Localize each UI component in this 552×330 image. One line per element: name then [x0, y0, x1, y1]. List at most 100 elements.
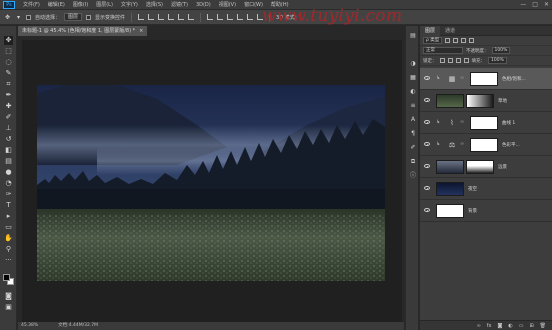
close-button[interactable]: ✕	[544, 0, 549, 10]
zoom-tool-icon[interactable]: ⚲	[4, 245, 13, 254]
menu-3d[interactable]: 3D(D)	[192, 0, 215, 10]
align-top-icon[interactable]	[138, 14, 145, 20]
trash-icon[interactable]: 🗑	[540, 323, 546, 329]
lock-position-icon[interactable]	[455, 58, 461, 63]
history-brush-tool-icon[interactable]: ↺	[4, 135, 13, 144]
distribute-bottom-icon[interactable]	[227, 14, 234, 20]
layer-row[interactable]: 草地	[420, 90, 552, 112]
lock-all-icon[interactable]	[463, 58, 469, 63]
auto-select-checkbox[interactable]	[26, 14, 31, 20]
foreground-color-swatch[interactable]	[3, 274, 10, 281]
maximize-button[interactable]: □	[532, 0, 538, 10]
layer-mask-thumbnail[interactable]	[470, 72, 498, 86]
auto-select-dropdown[interactable]: 图层	[64, 13, 83, 21]
filter-pixel-icon[interactable]	[445, 38, 451, 43]
layer-row[interactable]: ↳ ▦ ∞ 色相/饱和...	[420, 68, 552, 90]
visibility-eye-icon[interactable]	[424, 76, 430, 80]
layer-mask-thumbnail[interactable]	[466, 94, 494, 108]
visibility-eye-icon[interactable]	[424, 208, 430, 212]
align-bottom-icon[interactable]	[158, 14, 165, 20]
move-tool-icon[interactable]: ✥	[4, 36, 13, 45]
dodge-tool-icon[interactable]: ◔	[4, 179, 13, 188]
visibility-eye-icon[interactable]	[424, 98, 430, 102]
healing-brush-tool-icon[interactable]: ✚	[4, 102, 13, 111]
layer-mask-thumbnail[interactable]	[470, 138, 498, 152]
info-icon[interactable]: ⓘ	[409, 172, 417, 180]
paragraph-icon[interactable]: ¶	[409, 130, 417, 138]
align-left-icon[interactable]	[168, 14, 175, 20]
shape-tool-icon[interactable]: ▭	[4, 223, 13, 232]
distribute-left-icon[interactable]	[237, 14, 244, 20]
tab-channels[interactable]: 通道	[440, 26, 460, 36]
night-landscape-photo[interactable]	[37, 85, 385, 281]
hand-tool-icon[interactable]: ✋	[4, 234, 13, 243]
screen-mode-icon[interactable]: ▣	[4, 303, 13, 312]
adjustment-icon[interactable]: ◐	[508, 323, 512, 329]
history-icon[interactable]: ▤	[409, 32, 417, 40]
properties-icon[interactable]: ≡	[409, 102, 417, 110]
lasso-tool-icon[interactable]: ◌	[4, 58, 13, 67]
menu-layer[interactable]: 图层(L)	[92, 0, 117, 10]
kind-filter-dropdown[interactable]: ρ 类型	[423, 37, 443, 44]
visibility-eye-icon[interactable]	[424, 164, 430, 168]
quick-select-tool-icon[interactable]: ✎	[4, 69, 13, 78]
filter-shape-icon[interactable]	[469, 38, 475, 43]
align-center-icon[interactable]	[178, 14, 185, 20]
layer-row[interactable]: ↳ ⌇ ∞ 曲线 1	[420, 112, 552, 134]
fx-icon[interactable]: fx	[487, 323, 492, 329]
distribute-top-icon[interactable]	[207, 14, 214, 20]
layer-row[interactable]: 背景	[420, 200, 552, 222]
filter-type-icon[interactable]	[461, 38, 467, 43]
layer-row[interactable]: ↳ ⚖ ∞ 色彩平...	[420, 134, 552, 156]
character-icon[interactable]: A	[409, 116, 417, 124]
more-tools-icon[interactable]: ···	[4, 256, 13, 265]
menu-file[interactable]: 文件(F)	[19, 0, 44, 10]
layer-mask-thumbnail[interactable]	[470, 116, 498, 130]
tab-layers[interactable]: 图层	[420, 25, 441, 36]
swatches-icon[interactable]: ▦	[409, 74, 417, 82]
opacity-input[interactable]: 100%	[491, 47, 511, 54]
minimize-button[interactable]: —	[520, 0, 526, 10]
link-icon[interactable]: ∞	[477, 323, 481, 329]
blend-mode-dropdown[interactable]: 正常	[423, 47, 463, 54]
menu-view[interactable]: 视图(V)	[215, 0, 240, 10]
gradient-tool-icon[interactable]: ▤	[4, 157, 13, 166]
path-select-tool-icon[interactable]: ▸	[4, 212, 13, 221]
menu-image[interactable]: 图像(I)	[69, 0, 92, 10]
layer-mask-thumbnail[interactable]	[466, 160, 494, 174]
mask-icon[interactable]: ◙	[497, 323, 502, 329]
lock-image-icon[interactable]	[447, 58, 453, 63]
color-icon[interactable]: ◑	[409, 60, 417, 68]
filter-adjustment-icon[interactable]	[453, 38, 459, 43]
pen-tool-icon[interactable]: ✑	[4, 190, 13, 199]
chevron-down-icon[interactable]: ▾	[15, 14, 22, 21]
menu-select[interactable]: 选择(S)	[142, 0, 167, 10]
brush-tool-icon[interactable]: ✐	[4, 113, 13, 122]
marquee-tool-icon[interactable]: ⬚	[4, 47, 13, 56]
visibility-eye-icon[interactable]	[424, 186, 430, 190]
lock-transparent-icon[interactable]	[439, 58, 445, 63]
new-layer-icon[interactable]: ⊞	[529, 323, 533, 329]
menu-type[interactable]: 文字(Y)	[117, 0, 142, 10]
fill-input[interactable]: 100%	[488, 57, 507, 64]
distribute-center-icon[interactable]	[247, 14, 254, 20]
link-icon[interactable]: ∞	[460, 75, 464, 81]
eraser-tool-icon[interactable]: ◧	[4, 146, 13, 155]
align-middle-icon[interactable]	[148, 14, 155, 20]
close-tab-icon[interactable]: ×	[139, 26, 143, 36]
type-tool-icon[interactable]: T	[4, 201, 13, 210]
clone-stamp-tool-icon[interactable]: ⊥	[4, 124, 13, 133]
zoom-level[interactable]: 45.38%	[21, 322, 38, 330]
adjustments-icon[interactable]: ◐	[409, 88, 417, 96]
quick-mask-icon[interactable]: ◙	[4, 292, 13, 301]
eyedropper-tool-icon[interactable]: ✒	[4, 91, 13, 100]
move-tool-icon[interactable]: ✥	[4, 14, 11, 21]
transform-controls-checkbox[interactable]	[86, 14, 92, 20]
layer-row[interactable]: 远景	[420, 156, 552, 178]
brush-settings-icon[interactable]: ✐	[409, 144, 417, 152]
document-tab[interactable]: 未标题-1 @ 45.4% (色相/饱和度 1, 图层蒙版/8) * ×	[18, 26, 149, 36]
photoshop-logo[interactable]: Ps	[3, 0, 15, 9]
menu-filter[interactable]: 滤镜(T)	[167, 0, 192, 10]
align-right-icon[interactable]	[188, 14, 195, 20]
visibility-eye-icon[interactable]	[424, 142, 430, 146]
